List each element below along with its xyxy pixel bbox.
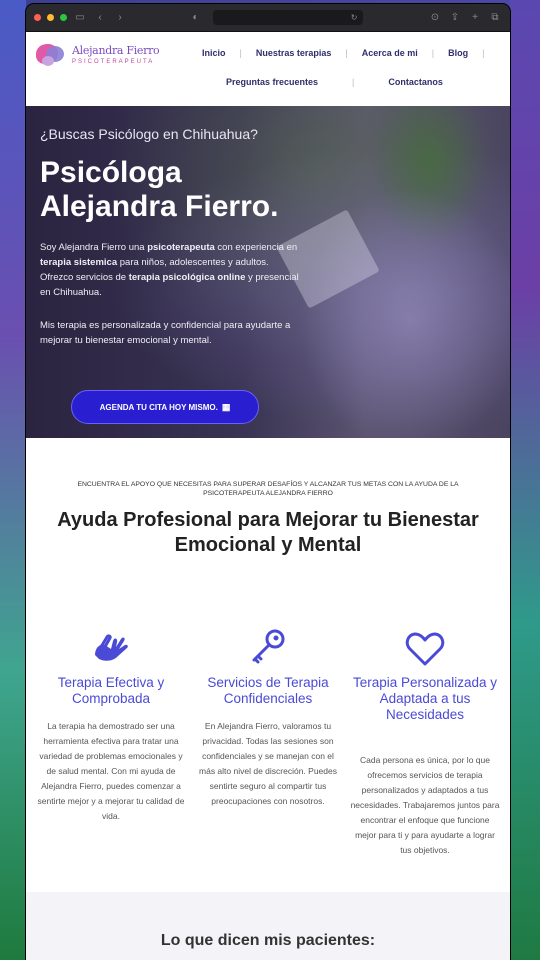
main-nav: Inicio | Nuestras terapias | Acerca de m…: [202, 48, 498, 58]
browser-window: ▭ ‹ › ◐ ↻ ⊙ ⇪ + ⧉ Alejandra Fierro PSICO…: [26, 4, 510, 960]
key-icon: [193, 617, 343, 667]
tabs-icon[interactable]: ⧉: [488, 12, 502, 23]
site-header: Alejandra Fierro PSICOTERAPEUTA Inicio |…: [26, 32, 510, 106]
heart-icon: [350, 617, 500, 667]
zoom-window-button[interactable]: [60, 14, 67, 21]
new-tab-icon[interactable]: +: [468, 12, 482, 23]
hero-kicker: ¿Buscas Psicólogo en Chihuahua?: [40, 126, 258, 142]
nav-divider: |: [352, 77, 355, 87]
sidebar-icon[interactable]: ▭: [73, 12, 87, 23]
shield-icon[interactable]: ◐: [189, 12, 203, 23]
logo-subtitle: PSICOTERAPEUTA: [72, 59, 155, 65]
feature-text: En Alejandra Fierro, valoramos tu privac…: [199, 721, 337, 806]
features-section: Terapia Efectiva y Comprobada La terapia…: [26, 617, 510, 858]
intro-kicker: ENCUENTRA EL APOYO QUE NECESITAS PARA SU…: [77, 481, 459, 497]
brain-logo-icon: [36, 42, 66, 68]
site-logo[interactable]: Alejandra Fierro PSICOTERAPEUTA: [36, 42, 160, 68]
browser-toolbar: ▭ ‹ › ◐ ↻ ⊙ ⇪ + ⧉: [26, 4, 510, 32]
reload-icon[interactable]: ↻: [351, 13, 358, 22]
back-icon[interactable]: ‹: [93, 12, 107, 23]
helping-hands-icon: [36, 617, 186, 667]
feature-title: Servicios de Terapia Confidenciales: [207, 675, 329, 706]
nav-divider: |: [482, 48, 485, 58]
nav-faq[interactable]: Preguntas frecuentes: [226, 77, 318, 87]
hero-title: Psicóloga Alejandra Fierro.: [40, 156, 279, 223]
hero-background-image: [290, 176, 510, 438]
forward-icon[interactable]: ›: [113, 12, 127, 23]
hero-intro-paragraph: Soy Alejandra Fierro una psicoterapeuta …: [40, 242, 299, 298]
download-icon[interactable]: ⊙: [428, 12, 442, 23]
nav-terapias[interactable]: Nuestras terapias: [256, 48, 332, 58]
feature-card: Servicios de Terapia Confidenciales En A…: [193, 617, 343, 858]
hero-section: ¿Buscas Psicólogo en Chihuahua? Psicólog…: [26, 106, 510, 438]
hero-secondary-paragraph: Mis terapia es personalizada y confidenc…: [40, 320, 291, 346]
address-bar[interactable]: ↻: [212, 10, 363, 25]
nav-divider: |: [431, 48, 435, 58]
nav-contacto[interactable]: Contactanos: [388, 77, 443, 87]
web-page: Alejandra Fierro PSICOTERAPEUTA Inicio |…: [26, 32, 510, 960]
intro-title: Ayuda Profesional para Mejorar tu Bienes…: [57, 509, 479, 556]
feature-text: La terapia ha demostrado ser una herrami…: [37, 721, 185, 821]
nav-divider: |: [345, 48, 348, 58]
desktop-wallpaper-left: [0, 0, 26, 960]
feature-title: Terapia Efectiva y Comprobada: [57, 675, 165, 706]
testimonials-section: Lo que dicen mis pacientes:: [26, 892, 510, 960]
testimonials-title: Lo que dicen mis pacientes:: [160, 932, 376, 949]
close-window-button[interactable]: [34, 14, 41, 21]
main-nav-row2: Preguntas frecuentes | Contactanos: [226, 77, 443, 87]
nav-divider: |: [239, 48, 242, 58]
book-appointment-button[interactable]: AGENDA TU CITA HOY MISMO. ▦: [71, 390, 259, 424]
logo-name: Alejandra Fierro: [72, 44, 160, 57]
feature-title: Terapia Personalizada y Adaptada a tus N…: [352, 675, 498, 722]
feature-card: Terapia Efectiva y Comprobada La terapia…: [36, 617, 186, 858]
desktop-wallpaper-right: [510, 0, 540, 960]
minimize-window-button[interactable]: [47, 14, 54, 21]
feature-text: Cada persona es única, por lo que ofrece…: [350, 755, 500, 855]
intro-section: ENCUENTRA EL APOYO QUE NECESITAS PARA SU…: [26, 438, 510, 558]
feature-card: Terapia Personalizada y Adaptada a tus N…: [350, 617, 500, 858]
share-icon[interactable]: ⇪: [448, 12, 462, 23]
nav-inicio[interactable]: Inicio: [202, 48, 226, 58]
nav-acerca[interactable]: Acerca de mi: [362, 48, 418, 58]
nav-blog[interactable]: Blog: [448, 48, 468, 58]
calendar-icon: ▦: [221, 401, 231, 412]
